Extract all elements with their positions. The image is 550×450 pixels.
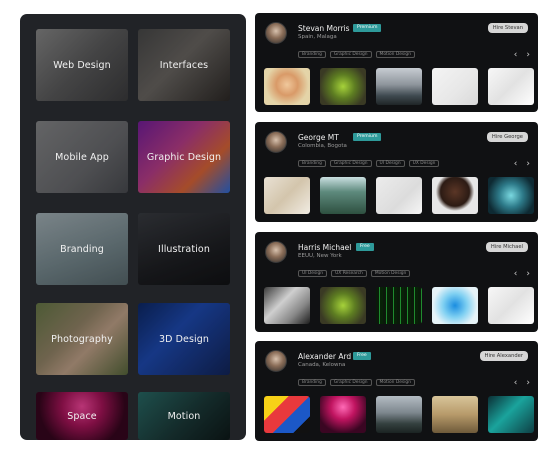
category-tile-web-design[interactable]: Web Design <box>36 29 128 101</box>
designer-name[interactable]: George MT <box>298 133 339 142</box>
category-label: Space <box>67 410 97 422</box>
portfolio-thumbnails <box>264 177 534 214</box>
category-label: Interfaces <box>159 59 209 71</box>
portfolio-thumbnail[interactable] <box>488 396 534 433</box>
chevron-right-icon[interactable]: › <box>526 160 530 169</box>
category-label: Branding <box>60 243 104 255</box>
plan-badge: Premium <box>353 24 382 32</box>
portfolio-thumbnail[interactable] <box>320 287 366 324</box>
carousel-controls: ‹ › <box>514 379 530 388</box>
skill-tag[interactable]: UI Design <box>375 160 405 167</box>
category-label: Web Design <box>53 59 111 71</box>
avatar[interactable] <box>265 22 287 44</box>
portfolio-thumbnail[interactable] <box>376 396 422 433</box>
portfolio-thumbnail[interactable] <box>264 396 310 433</box>
designer-card: Harris Michael EEUU, New York Free Hire … <box>255 232 538 332</box>
category-label: 3D Design <box>158 333 210 345</box>
hire-button[interactable]: Hire Alexander <box>479 351 528 361</box>
chevron-left-icon[interactable]: ‹ <box>514 270 518 279</box>
plan-badge: Free <box>356 243 374 251</box>
portfolio-thumbnail[interactable] <box>376 68 422 105</box>
skill-tag[interactable]: Motion Design <box>370 270 411 277</box>
chevron-left-icon[interactable]: ‹ <box>514 51 518 60</box>
designer-name[interactable]: Alexander Ard <box>298 352 351 361</box>
portfolio-thumbnail[interactable] <box>264 68 310 105</box>
skill-tag[interactable]: UX Design <box>408 160 440 167</box>
category-tile-branding[interactable]: Branding <box>36 213 128 285</box>
designer-location: EEUU, New York <box>298 253 342 259</box>
portfolio-thumbnail[interactable] <box>432 396 478 433</box>
portfolio-thumbnail[interactable] <box>432 68 478 105</box>
portfolio-thumbnail[interactable] <box>488 287 534 324</box>
portfolio-thumbnail[interactable] <box>376 177 422 214</box>
plan-badge: Free <box>353 352 371 360</box>
designer-location: Canada, Kelowna <box>298 362 346 368</box>
portfolio-thumbnail[interactable] <box>432 177 478 214</box>
category-label: Illustration <box>158 243 210 255</box>
avatar[interactable] <box>265 241 287 263</box>
portfolio-thumbnail[interactable] <box>432 287 478 324</box>
hire-button[interactable]: Hire Stevan <box>487 23 528 33</box>
skill-tag[interactable]: Graphic Design <box>329 160 372 167</box>
portfolio-thumbnails <box>264 68 534 105</box>
category-tile-interfaces[interactable]: Interfaces <box>138 29 230 101</box>
category-label: Mobile App <box>55 151 109 163</box>
category-tile-motion[interactable]: Motion <box>138 392 230 440</box>
portfolio-thumbnails <box>264 396 534 433</box>
hire-button[interactable]: Hire Michael <box>485 242 528 252</box>
carousel-controls: ‹ › <box>514 160 530 169</box>
skill-tag[interactable]: Branding <box>298 51 326 58</box>
designer-card: Alexander Ard Canada, Kelowna Free Hire … <box>255 341 538 441</box>
designer-card: Stevan Morris Spain, Malaga Premium Hire… <box>255 13 538 112</box>
designer-location: Colombia, Bogota <box>298 143 347 149</box>
designer-location: Spain, Malaga <box>298 34 337 40</box>
plan-badge: Premium <box>353 133 382 141</box>
category-tile-graphic-design[interactable]: Graphic Design <box>138 121 230 193</box>
hire-button[interactable]: Hire George <box>486 132 528 142</box>
portfolio-thumbnail[interactable] <box>264 177 310 214</box>
portfolio-thumbnails <box>264 287 534 324</box>
carousel-controls: ‹ › <box>514 51 530 60</box>
category-label: Motion <box>167 410 201 422</box>
portfolio-thumbnail[interactable] <box>488 177 534 214</box>
portfolio-thumbnail[interactable] <box>488 68 534 105</box>
skill-tags: Branding Graphic Design Motion Design <box>298 379 415 386</box>
skill-tag[interactable]: UX Research <box>331 270 367 277</box>
skill-tag[interactable]: Graphic Design <box>329 51 372 58</box>
portfolio-thumbnail[interactable] <box>320 177 366 214</box>
portfolio-thumbnail[interactable] <box>376 287 422 324</box>
chevron-left-icon[interactable]: ‹ <box>514 160 518 169</box>
avatar[interactable] <box>265 350 287 372</box>
chevron-left-icon[interactable]: ‹ <box>514 379 518 388</box>
category-tile-3d-design[interactable]: 3D Design <box>138 303 230 375</box>
category-label: Photography <box>51 333 113 345</box>
skill-tag[interactable]: UI Design <box>298 270 328 277</box>
skill-tag[interactable]: Motion Design <box>375 51 415 58</box>
skill-tag[interactable]: Motion Design <box>375 379 415 386</box>
portfolio-thumbnail[interactable] <box>320 68 366 105</box>
category-tile-space[interactable]: Space <box>36 392 128 440</box>
skill-tag[interactable]: Branding <box>298 379 326 386</box>
category-tile-illustration[interactable]: Illustration <box>138 213 230 285</box>
avatar[interactable] <box>265 131 287 153</box>
portfolio-thumbnail[interactable] <box>264 287 310 324</box>
skill-tags: Branding Graphic Design UI Design UX Des… <box>298 160 440 167</box>
page: Web Design Interfaces Mobile App Graphic… <box>0 0 550 450</box>
portfolio-thumbnail[interactable] <box>320 396 366 433</box>
chevron-right-icon[interactable]: › <box>526 379 530 388</box>
designer-card: George MT Colombia, Bogota Premium Hire … <box>255 122 538 222</box>
skill-tag[interactable]: Graphic Design <box>329 379 372 386</box>
carousel-controls: ‹ › <box>514 270 530 279</box>
category-label: Graphic Design <box>146 151 222 163</box>
skill-tags: Branding Graphic Design Motion Design <box>298 51 415 58</box>
chevron-right-icon[interactable]: › <box>526 51 530 60</box>
designer-name[interactable]: Stevan Morris <box>298 24 350 33</box>
category-tile-mobile-app[interactable]: Mobile App <box>36 121 128 193</box>
designer-name[interactable]: Harris Michael <box>298 243 351 252</box>
skill-tag[interactable]: Branding <box>298 160 326 167</box>
chevron-right-icon[interactable]: › <box>526 270 530 279</box>
skill-tags: UI Design UX Research Motion Design <box>298 270 411 277</box>
category-panel: Web Design Interfaces Mobile App Graphic… <box>20 14 246 440</box>
category-tile-photography[interactable]: Photography <box>36 303 128 375</box>
